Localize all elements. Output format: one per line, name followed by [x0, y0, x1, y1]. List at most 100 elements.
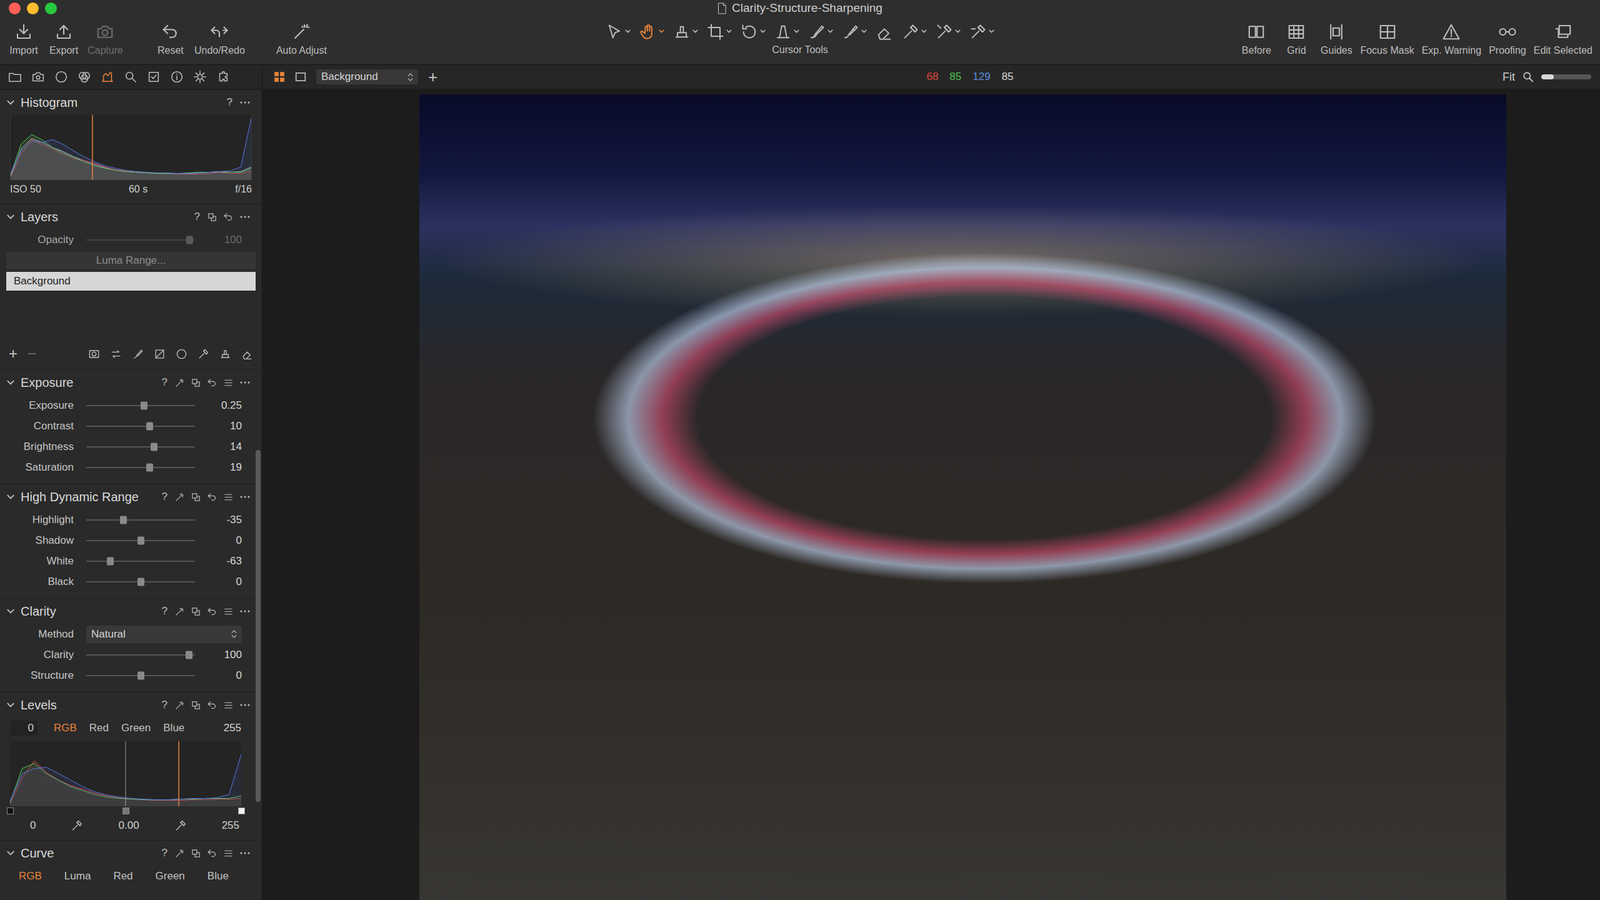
- section-header[interactable]: Exposure?: [0, 370, 262, 395]
- channel-tab[interactable]: RGB: [18, 870, 42, 883]
- tool-tab[interactable]: [193, 70, 207, 84]
- section-header[interactable]: Clarity?: [0, 598, 262, 624]
- slider-knob[interactable]: [150, 442, 158, 451]
- window-control[interactable]: [26, 2, 39, 15]
- slider-value[interactable]: 10: [207, 420, 242, 433]
- channel-tab[interactable]: RGB: [53, 721, 77, 735]
- tool-tab[interactable]: [216, 70, 230, 84]
- header-tool-icon[interactable]: [174, 377, 185, 389]
- help-button[interactable]: ?: [160, 376, 169, 389]
- slider[interactable]: [86, 405, 195, 407]
- slider-knob[interactable]: [120, 515, 127, 524]
- chevron-icon[interactable]: [6, 848, 15, 858]
- chevron-icon[interactable]: [6, 98, 15, 107]
- slider[interactable]: [86, 540, 195, 542]
- window-control[interactable]: [8, 2, 21, 15]
- input-low-field[interactable]: 0: [10, 720, 38, 736]
- header-tool-icon[interactable]: [206, 700, 218, 711]
- toolbar-button[interactable]: Focus Mask: [1358, 22, 1415, 57]
- more-icon[interactable]: [239, 215, 251, 219]
- toolbar-button[interactable]: Guides: [1318, 22, 1354, 57]
- slider[interactable]: [86, 425, 195, 427]
- header-tool-icon[interactable]: [190, 606, 202, 617]
- toolbar-button[interactable]: Exp. Warning: [1420, 22, 1483, 57]
- slider-value[interactable]: 0.25: [207, 399, 242, 412]
- layer-tool-icon[interactable]: [197, 348, 210, 360]
- slider-value[interactable]: 0: [207, 534, 242, 547]
- header-tool-icon[interactable]: [174, 700, 185, 711]
- slider-value[interactable]: 14: [207, 440, 242, 454]
- white-point-handle[interactable]: [238, 807, 245, 815]
- tool-tab[interactable]: [77, 70, 92, 84]
- single-view-icon[interactable]: [295, 71, 307, 83]
- slider-knob[interactable]: [146, 463, 154, 472]
- layer-tool-icon[interactable]: [175, 348, 188, 360]
- channel-tab[interactable]: Luma: [64, 870, 92, 883]
- slider-knob[interactable]: [186, 235, 194, 244]
- cursor-tool[interactable]: [935, 23, 961, 41]
- tool-tab[interactable]: [54, 70, 69, 84]
- output-high-field[interactable]: 255: [221, 819, 240, 832]
- tool-tab[interactable]: [31, 70, 45, 84]
- cursor-tool[interactable]: [875, 23, 894, 41]
- chevron-icon[interactable]: [6, 378, 15, 387]
- cursor-tool[interactable]: [901, 23, 927, 41]
- zoom-slider[interactable]: [1541, 74, 1592, 80]
- header-tool-icon[interactable]: [223, 491, 234, 503]
- section-header[interactable]: Histogram?: [0, 90, 262, 115]
- toolbar-button[interactable]: Edit Selected: [1532, 22, 1594, 57]
- slider[interactable]: [86, 675, 195, 677]
- layer-tool-icon[interactable]: [131, 348, 144, 360]
- header-tool-icon[interactable]: [206, 211, 218, 223]
- cursor-tool[interactable]: [808, 23, 834, 41]
- tool-tab[interactable]: [100, 70, 115, 84]
- more-icon[interactable]: [239, 851, 251, 855]
- chevron-icon[interactable]: [6, 492, 15, 502]
- luma-range-button[interactable]: Luma Range...: [6, 251, 256, 270]
- slider[interactable]: [86, 446, 195, 448]
- help-button[interactable]: ?: [225, 96, 234, 109]
- layer-item[interactable]: Background: [6, 271, 256, 291]
- header-tool-icon[interactable]: [223, 211, 234, 223]
- section-header[interactable]: High Dynamic Range?: [0, 484, 262, 510]
- header-tool-icon[interactable]: [174, 606, 185, 617]
- slider-value[interactable]: 100: [207, 648, 242, 662]
- black-point-handle[interactable]: [6, 807, 14, 815]
- opacity-slider[interactable]: [86, 239, 195, 241]
- toolbar-button[interactable]: Grid: [1278, 22, 1314, 57]
- slider[interactable]: [86, 519, 195, 521]
- channel-tab[interactable]: Red: [89, 721, 109, 735]
- multi-view-icon[interactable]: [273, 71, 285, 83]
- channel-tab[interactable]: Green: [155, 870, 185, 883]
- cursor-tool[interactable]: [706, 23, 732, 41]
- header-tool-icon[interactable]: [223, 606, 234, 617]
- toolbar-button[interactable]: Export: [46, 22, 82, 57]
- picker-icon[interactable]: [174, 819, 187, 832]
- header-tool-icon[interactable]: [190, 848, 202, 859]
- more-icon[interactable]: [239, 609, 251, 614]
- help-button[interactable]: ?: [160, 698, 169, 712]
- header-tool-icon[interactable]: [223, 848, 234, 859]
- header-tool-icon[interactable]: [190, 491, 202, 503]
- header-tool-icon[interactable]: [190, 377, 202, 389]
- slider-knob[interactable]: [146, 421, 154, 430]
- help-button[interactable]: ?: [160, 490, 169, 504]
- photo[interactable]: [419, 94, 1507, 900]
- slider-knob[interactable]: [137, 536, 145, 545]
- window-control[interactable]: [45, 2, 57, 15]
- midpoint-field[interactable]: 0.00: [118, 819, 140, 832]
- toolbar-button[interactable]: Before: [1238, 22, 1274, 57]
- input-high-field[interactable]: 255: [223, 721, 242, 735]
- add-layer-button[interactable]: +: [8, 346, 18, 362]
- slider-value[interactable]: -63: [207, 555, 242, 568]
- tool-tab[interactable]: [146, 70, 161, 84]
- slider-knob[interactable]: [137, 577, 145, 586]
- tool-tab[interactable]: [123, 70, 138, 84]
- help-button[interactable]: ?: [193, 210, 202, 224]
- tool-tab[interactable]: [8, 70, 22, 84]
- cursor-tool[interactable]: [639, 23, 665, 41]
- slider-value[interactable]: -35: [207, 513, 242, 527]
- slider-value[interactable]: 0: [207, 669, 242, 682]
- layer-dropdown[interactable]: Background: [316, 69, 419, 85]
- method-select[interactable]: Natural: [86, 625, 242, 644]
